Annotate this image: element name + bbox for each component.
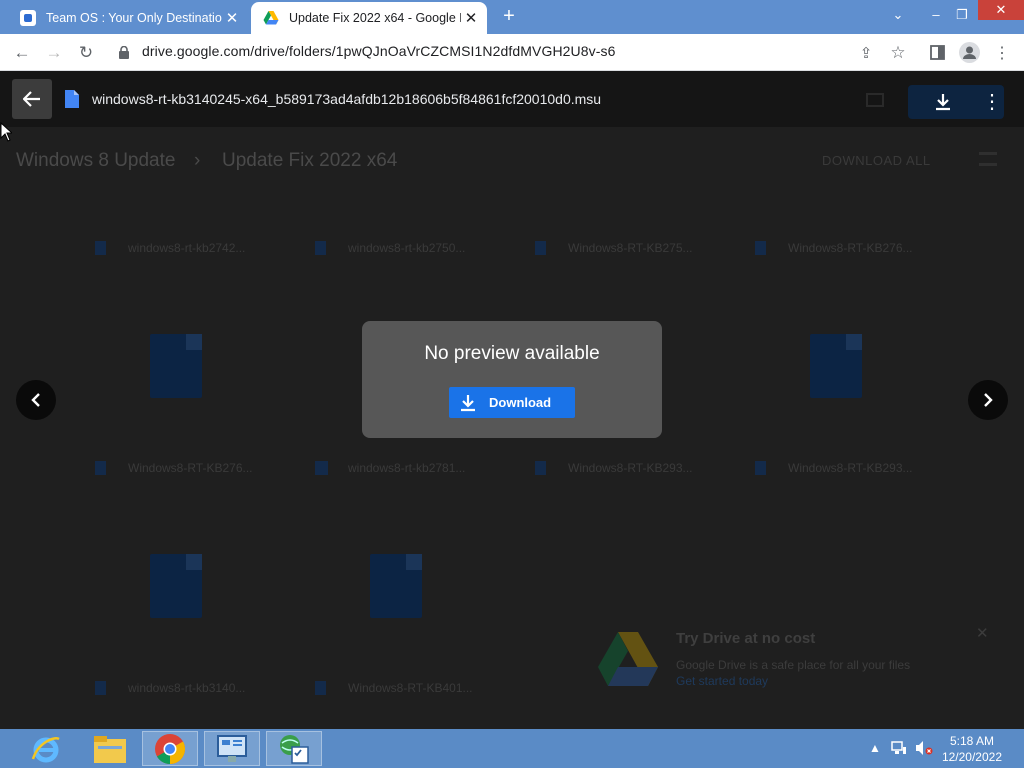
download-icon: [461, 394, 475, 411]
promo-close-icon[interactable]: ✕: [976, 624, 989, 642]
browser-toolbar: ← → ↻ drive.google.com/drive/folders/1pw…: [0, 34, 1024, 71]
team-os-favicon-icon: [20, 10, 36, 26]
internet-explorer-icon[interactable]: [18, 731, 74, 766]
file-icon: [315, 461, 328, 475]
chevron-right-icon: [984, 393, 993, 407]
restore-button[interactable]: ❐: [950, 0, 974, 32]
network-tool-icon[interactable]: [266, 731, 322, 766]
dialog-title: No preview available: [424, 343, 600, 364]
file-thumbnail[interactable]: [370, 554, 422, 618]
lock-icon[interactable]: [119, 46, 129, 59]
file-name[interactable]: Windows8-RT-KB293...: [788, 461, 913, 475]
promo-description: Google Drive is a safe place for all you…: [676, 658, 911, 672]
minimize-button[interactable]: –: [924, 0, 948, 32]
clock-date: 12/20/2022: [941, 750, 1002, 764]
google-drive-logo-icon: [598, 632, 658, 686]
screen: Team OS : Your Only Destination ✕ Update…: [0, 0, 1024, 768]
download-button[interactable]: Download: [449, 387, 575, 418]
chevron-left-icon: [31, 393, 40, 407]
google-drive-favicon-icon: [263, 11, 279, 25]
file-icon: [315, 681, 326, 695]
back-arrow-icon[interactable]: ←: [10, 41, 34, 65]
more-options-icon[interactable]: ⋮: [982, 89, 1002, 114]
file-icon: [535, 241, 546, 255]
folder-icon: [94, 735, 126, 763]
file-name[interactable]: Windows8-RT-KB293...: [568, 461, 693, 475]
globe-checklist-icon: [280, 734, 309, 764]
tab-team-os[interactable]: Team OS : Your Only Destination ✕: [8, 2, 248, 34]
profile-avatar-icon[interactable]: [959, 42, 980, 63]
file-thumbnail[interactable]: [810, 334, 862, 398]
windows-taskbar: ▲ 5:18 AM 12/20/2022: [0, 729, 1024, 768]
promo-title: Try Drive at no cost: [676, 630, 816, 647]
breadcrumb-separator: ›: [194, 150, 201, 171]
chrome-icon: [155, 733, 186, 764]
forward-arrow-icon[interactable]: →: [42, 41, 66, 65]
promo-get-started-link[interactable]: Get started today: [676, 674, 768, 688]
file-icon: [95, 461, 106, 475]
file-thumbnail[interactable]: [150, 554, 202, 618]
breadcrumb-parent[interactable]: Windows 8 Update: [16, 150, 175, 172]
file-icon: [755, 461, 766, 475]
file-icon: [315, 241, 326, 255]
file-name[interactable]: windows8-rt-kb2750...: [348, 241, 465, 255]
file-name[interactable]: Windows8-RT-KB276...: [128, 461, 253, 475]
tab-google-drive[interactable]: Update Fix 2022 x64 - Google Drive ✕: [251, 2, 487, 34]
tab-title: Team OS : Your Only Destination: [46, 11, 222, 25]
drive-page: windows8-rt-kb3140245-x64_b589173ad4afdb…: [0, 71, 1024, 729]
internet-explorer-icon: [31, 736, 60, 762]
speaker-muted-icon[interactable]: [915, 740, 933, 756]
reload-icon[interactable]: ↻: [74, 41, 98, 65]
file-name[interactable]: Windows8-RT-KB276...: [788, 241, 913, 255]
preview-file-name: windows8-rt-kb3140245-x64_b589173ad4afdb…: [92, 91, 602, 107]
download-all-button[interactable]: DOWNLOAD ALL: [822, 153, 931, 168]
download-button-label: Download: [489, 395, 552, 410]
next-file-button[interactable]: [968, 380, 1008, 420]
file-icon: [95, 241, 106, 255]
side-panel-icon[interactable]: [930, 45, 945, 60]
new-tab-button[interactable]: +: [498, 4, 520, 30]
network-status-icon[interactable]: [891, 741, 907, 755]
file-name[interactable]: Windows8-RT-KB401...: [348, 681, 473, 695]
file-name[interactable]: windows8-rt-kb2742...: [128, 241, 245, 255]
file-icon: [755, 241, 766, 255]
back-arrow-icon: [23, 91, 40, 107]
control-panel-icon[interactable]: [204, 731, 260, 766]
file-type-icon: [65, 90, 79, 108]
control-panel-icon: [217, 734, 247, 762]
open-with-icon[interactable]: [866, 93, 884, 107]
file-explorer-icon[interactable]: [82, 731, 138, 766]
file-icon: [535, 461, 546, 475]
file-icon: [95, 681, 106, 695]
file-name[interactable]: windows8-rt-kb2781...: [348, 461, 465, 475]
breadcrumb-current[interactable]: Update Fix 2022 x64: [222, 150, 397, 172]
tab-close-icon[interactable]: ✕: [222, 9, 242, 27]
preview-top-bar: windows8-rt-kb3140245-x64_b589173ad4afdb…: [0, 71, 1024, 127]
system-clock[interactable]: 5:18 AM 12/20/2022: [942, 733, 1002, 765]
file-name[interactable]: Windows8-RT-KB275...: [568, 241, 693, 255]
share-icon[interactable]: ⇪: [854, 41, 878, 65]
bookmark-star-icon[interactable]: ☆: [886, 41, 910, 65]
preview-back-button[interactable]: [12, 79, 52, 119]
mouse-cursor-icon: [0, 122, 12, 142]
list-view-icon[interactable]: [979, 152, 997, 166]
tab-strip: Team OS : Your Only Destination ✕ Update…: [0, 0, 1024, 34]
tab-search-chevron-icon[interactable]: ⌄: [886, 0, 910, 32]
tab-title: Update Fix 2022 x64 - Google Drive: [289, 11, 461, 25]
clock-time: 5:18 AM: [949, 734, 994, 748]
previous-file-button[interactable]: [16, 380, 56, 420]
chrome-taskbar-icon[interactable]: [142, 731, 198, 766]
address-bar-url[interactable]: drive.google.com/drive/folders/1pwQJnOaV…: [142, 43, 616, 59]
download-icon: [936, 94, 950, 111]
menu-kebab-icon[interactable]: ⋮: [990, 41, 1014, 65]
tab-close-icon[interactable]: ✕: [461, 9, 481, 27]
file-name[interactable]: windows8-rt-kb3140...: [128, 681, 245, 695]
no-preview-dialog: No preview available Download: [362, 321, 662, 438]
show-hidden-icons-icon[interactable]: ▲: [869, 741, 881, 755]
file-thumbnail[interactable]: [150, 334, 202, 398]
close-window-button[interactable]: ✕: [978, 0, 1024, 20]
